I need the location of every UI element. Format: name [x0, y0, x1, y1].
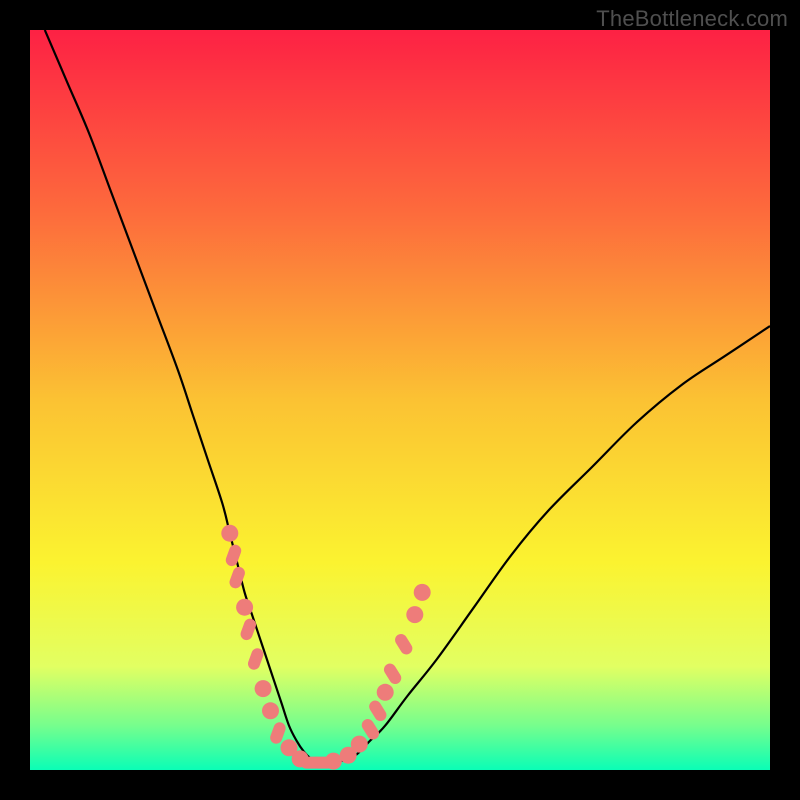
plot-area [30, 30, 770, 770]
data-marker [414, 584, 431, 601]
data-marker [255, 680, 272, 697]
data-marker [325, 753, 342, 770]
watermark-text: TheBottleneck.com [596, 6, 788, 32]
gradient-background [30, 30, 770, 770]
data-marker [236, 599, 253, 616]
chart-frame: TheBottleneck.com [0, 0, 800, 800]
data-marker [406, 606, 423, 623]
data-marker [262, 702, 279, 719]
bottleneck-chart [30, 30, 770, 770]
data-marker [351, 736, 368, 753]
data-marker [221, 525, 238, 542]
data-marker [377, 684, 394, 701]
